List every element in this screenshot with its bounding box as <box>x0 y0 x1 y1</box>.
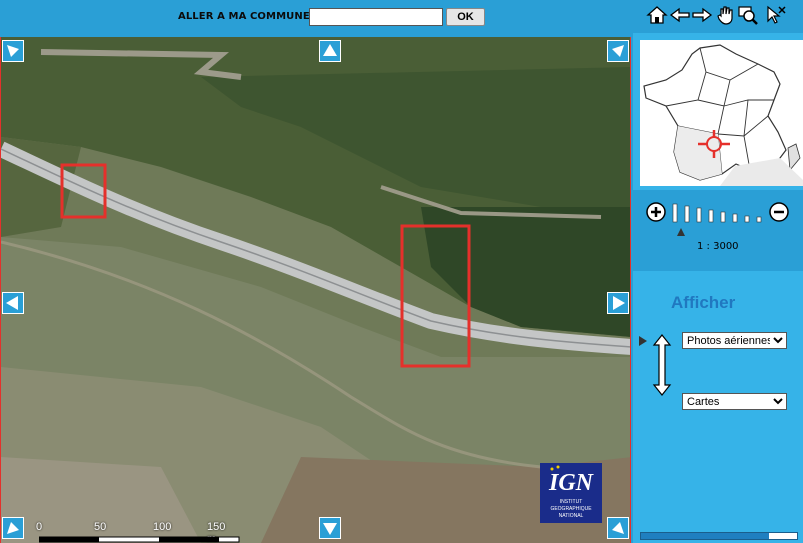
bottom-layer-select[interactable]: Cartes <box>682 393 787 410</box>
zoom-out-icon[interactable] <box>769 202 789 222</box>
pan-right-icon[interactable] <box>607 292 629 314</box>
aerial-photo <box>1 37 630 543</box>
hand-pan-icon[interactable] <box>715 4 737 26</box>
scale-text: 1 : 3000 <box>697 241 739 252</box>
pan-left-icon[interactable] <box>2 292 24 314</box>
toolbar <box>633 0 803 33</box>
overview-map[interactable] <box>640 40 803 186</box>
back-arrow-icon[interactable] <box>669 4 691 26</box>
pan-up-icon[interactable] <box>319 40 341 62</box>
pan-down-right-icon[interactable] <box>607 517 629 539</box>
svg-text:INSTITUT: INSTITUT <box>560 499 583 505</box>
afficher-heading: Afficher <box>671 293 736 312</box>
forward-arrow-icon[interactable] <box>691 4 713 26</box>
pan-up-left-icon[interactable] <box>2 40 24 62</box>
home-icon[interactable] <box>646 4 668 26</box>
right-panel: 1 : 3000 Afficher Photos aériennes Carte… <box>633 0 803 543</box>
swap-layers-icon[interactable] <box>651 333 673 397</box>
zoom-in-icon[interactable] <box>646 202 666 222</box>
scale-label: 100 <box>153 521 172 533</box>
svg-text:GEOGRAPHIQUE: GEOGRAPHIQUE <box>550 506 592 512</box>
commune-search-input[interactable] <box>309 8 443 26</box>
pan-down-left-icon[interactable] <box>2 517 24 539</box>
loading-progress <box>640 532 798 540</box>
zoom-levels[interactable] <box>672 203 762 223</box>
zoom-level-indicator-icon <box>677 228 685 236</box>
top-bar: ALLER A MA COMMUNE OK <box>0 0 631 37</box>
top-layer-select[interactable]: Photos aériennes <box>682 332 787 349</box>
search-label: ALLER A MA COMMUNE <box>178 11 310 22</box>
aerial-map[interactable]: 0 50 100 150 m IGN INSTITUT GEOGRAPHIQUE… <box>0 37 631 543</box>
loading-progress-fill <box>641 533 769 539</box>
select-cursor-icon[interactable] <box>765 4 787 26</box>
svg-text:IGN: IGN <box>548 470 595 496</box>
zoom-control: 1 : 3000 <box>633 190 803 270</box>
ign-logo: IGN INSTITUT GEOGRAPHIQUE NATIONAL <box>540 463 602 523</box>
ok-button[interactable]: OK <box>446 8 485 26</box>
scale-label: 0 <box>36 521 43 533</box>
zoom-magnifier-icon[interactable] <box>737 4 759 26</box>
pointer-arrow-icon <box>639 336 647 346</box>
pan-up-right-icon[interactable] <box>607 40 629 62</box>
scale-label: 50 <box>94 521 107 533</box>
pan-down-icon[interactable] <box>319 517 341 539</box>
svg-text:NATIONAL: NATIONAL <box>559 513 584 519</box>
